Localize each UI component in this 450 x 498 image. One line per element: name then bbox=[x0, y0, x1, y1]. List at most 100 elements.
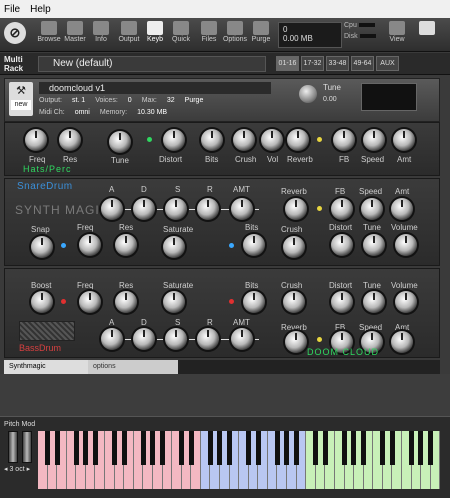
snare-volume-knob[interactable] bbox=[395, 234, 417, 256]
bass-boost-knob[interactable] bbox=[31, 291, 53, 313]
rack-tab-49-64[interactable]: 49-64 bbox=[351, 56, 374, 71]
snare-crush-knob[interactable] bbox=[283, 236, 305, 258]
black-key[interactable] bbox=[389, 431, 395, 465]
bass-distort-knob[interactable] bbox=[331, 291, 353, 313]
view-button[interactable]: View bbox=[384, 21, 410, 49]
p1-vol-knob[interactable] bbox=[261, 129, 283, 151]
info-button[interactable]: Info bbox=[88, 21, 114, 49]
snare-res-knob[interactable] bbox=[115, 234, 137, 256]
output-button[interactable]: Output bbox=[116, 21, 142, 49]
black-key[interactable] bbox=[217, 431, 223, 465]
rack-tab-17-32[interactable]: 17-32 bbox=[301, 56, 324, 71]
bass-release-knob[interactable] bbox=[197, 328, 219, 350]
keyb-button[interactable]: Keyb bbox=[142, 21, 168, 49]
black-key[interactable] bbox=[408, 431, 414, 465]
piano-keyboard[interactable] bbox=[38, 431, 441, 489]
wrench-icon[interactable]: ⚒ new bbox=[9, 82, 33, 116]
black-key[interactable] bbox=[112, 431, 118, 465]
output-select[interactable]: st. 1 bbox=[72, 97, 85, 107]
bass-reverb-knob[interactable] bbox=[285, 331, 307, 353]
black-key[interactable] bbox=[188, 431, 194, 465]
black-key[interactable] bbox=[341, 431, 347, 465]
bass-amt-knob[interactable] bbox=[231, 328, 253, 350]
kontakt-logo-icon[interactable]: ⊘ bbox=[4, 22, 26, 44]
bass-decay-knob[interactable] bbox=[133, 328, 155, 350]
bass-tune-knob[interactable] bbox=[363, 291, 385, 313]
black-key[interactable] bbox=[92, 431, 98, 465]
bass-attack-knob[interactable] bbox=[101, 328, 123, 350]
black-key[interactable] bbox=[45, 431, 51, 465]
p1-distort-knob[interactable] bbox=[163, 129, 185, 151]
octave-selector[interactable]: ◂ 3 oct ▸ bbox=[4, 465, 30, 473]
black-key[interactable] bbox=[73, 431, 79, 465]
rack-tab-33-48[interactable]: 33-48 bbox=[326, 56, 349, 71]
snare-fb-knob[interactable] bbox=[331, 198, 353, 220]
bass-sustain-knob[interactable] bbox=[165, 328, 187, 350]
p1-bits-knob[interactable] bbox=[201, 129, 223, 151]
p1-freq-knob[interactable] bbox=[25, 129, 47, 151]
bass-res-knob[interactable] bbox=[115, 291, 137, 313]
p1-tune-knob[interactable] bbox=[109, 131, 131, 153]
black-key[interactable] bbox=[322, 431, 328, 465]
snare-freq-knob[interactable] bbox=[79, 234, 101, 256]
multi-name-field[interactable]: New (default) bbox=[38, 56, 266, 72]
snare-reverb-knob[interactable] bbox=[285, 198, 307, 220]
bass-bits-knob[interactable] bbox=[243, 291, 265, 313]
snare-sustain-knob[interactable] bbox=[165, 198, 187, 220]
files-button[interactable]: Files bbox=[196, 21, 222, 49]
black-key[interactable] bbox=[150, 431, 156, 465]
bass-crush-knob[interactable] bbox=[283, 291, 305, 313]
black-key[interactable] bbox=[313, 431, 319, 465]
snare-release-knob[interactable] bbox=[197, 198, 219, 220]
bass-saturate-knob[interactable] bbox=[163, 291, 185, 313]
mod-wheel[interactable] bbox=[22, 431, 32, 463]
black-key[interactable] bbox=[380, 431, 386, 465]
p1-res-knob[interactable] bbox=[59, 129, 81, 151]
options-button[interactable]: Options bbox=[222, 21, 248, 49]
aux-button[interactable]: AUX bbox=[376, 56, 399, 71]
bass-amt2-knob[interactable] bbox=[391, 331, 413, 353]
bass-freq-knob[interactable] bbox=[79, 291, 101, 313]
midi-select[interactable]: omni bbox=[75, 109, 90, 119]
snare-tune-knob[interactable] bbox=[363, 234, 385, 256]
black-key[interactable] bbox=[360, 431, 366, 465]
black-key[interactable] bbox=[140, 431, 146, 465]
black-key[interactable] bbox=[427, 431, 433, 465]
tune-knob[interactable] bbox=[299, 85, 317, 103]
instrument-name[interactable]: doomcloud v1 bbox=[39, 82, 271, 94]
snare-snap-knob[interactable] bbox=[31, 236, 53, 258]
p1-speed-knob[interactable] bbox=[363, 129, 385, 151]
menu-file[interactable]: File bbox=[4, 4, 20, 15]
menu-help[interactable]: Help bbox=[30, 4, 51, 15]
ni-logo-icon[interactable] bbox=[414, 21, 440, 49]
bass-volume-knob[interactable] bbox=[395, 291, 417, 313]
black-key[interactable] bbox=[293, 431, 299, 465]
black-key[interactable] bbox=[207, 431, 213, 465]
snare-attack-knob[interactable] bbox=[101, 198, 123, 220]
snare-saturate-knob[interactable] bbox=[163, 236, 185, 258]
snare-decay-knob[interactable] bbox=[133, 198, 155, 220]
master-button[interactable]: Master bbox=[62, 21, 88, 49]
tab-synthmagic-doomcloud[interactable]: Synthmagic DOOMCLOUD bbox=[4, 360, 88, 384]
snare-amt2-knob[interactable] bbox=[391, 198, 413, 220]
p1-crush-knob[interactable] bbox=[233, 129, 255, 151]
black-key[interactable] bbox=[351, 431, 357, 465]
purge-button[interactable]: Purge bbox=[248, 21, 274, 49]
black-key[interactable] bbox=[54, 431, 60, 465]
snare-bits-knob[interactable] bbox=[243, 234, 265, 256]
black-key[interactable] bbox=[255, 431, 261, 465]
black-key[interactable] bbox=[274, 431, 280, 465]
black-key[interactable] bbox=[246, 431, 252, 465]
black-key[interactable] bbox=[121, 431, 127, 465]
snare-distort-knob[interactable] bbox=[331, 234, 353, 256]
black-key[interactable] bbox=[418, 431, 424, 465]
black-key[interactable] bbox=[226, 431, 232, 465]
quick-button[interactable]: Quick bbox=[168, 21, 194, 49]
p1-amt-knob[interactable] bbox=[393, 129, 415, 151]
black-key[interactable] bbox=[284, 431, 290, 465]
black-key[interactable] bbox=[179, 431, 185, 465]
rack-tab-01-16[interactable]: 01-16 bbox=[276, 56, 299, 71]
purge-menu[interactable]: Purge bbox=[185, 97, 204, 107]
black-key[interactable] bbox=[159, 431, 165, 465]
p1-fb-knob[interactable] bbox=[333, 129, 355, 151]
